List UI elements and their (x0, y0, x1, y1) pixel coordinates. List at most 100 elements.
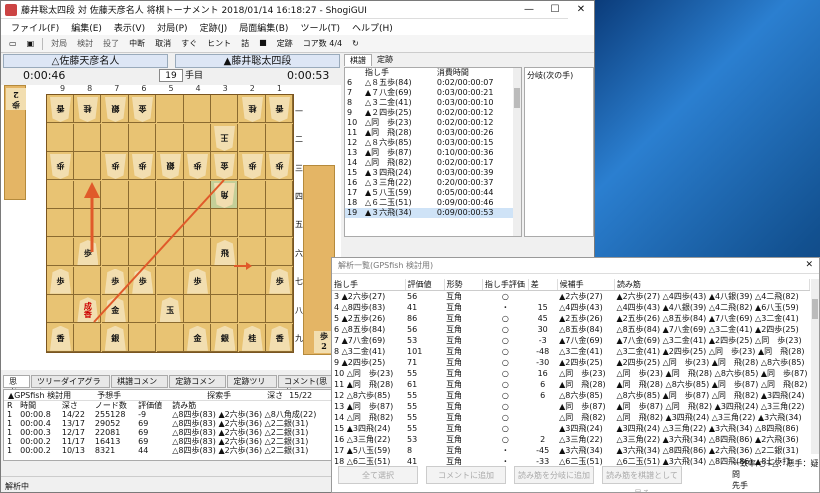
close-button[interactable]: ✕ (568, 1, 594, 19)
toolbar-button[interactable]: ■ (255, 38, 271, 49)
engine-tab[interactable]: 思考 (3, 375, 31, 397)
analysis-cell: ○ (501, 413, 509, 422)
engine-tab[interactable]: 定跡ツリー (227, 375, 277, 397)
analysis-cell: -45 (536, 446, 550, 455)
toolbar-button[interactable]: コア数 4/4 (299, 38, 346, 49)
kifu-cell: 0:09/00:00:53 (434, 208, 521, 218)
toolbar-button[interactable]: 定跡 (273, 38, 297, 49)
analysis-cell: 互角 (446, 303, 463, 312)
engine-cell: 00:00.3 (20, 428, 51, 437)
analysis-row[interactable]: 15 ▲3四飛(24) 55 互角 ○ ▲3四飛(24) ▲3四飛(24) △3三角(22… (332, 423, 810, 434)
menu-item[interactable]: 定跡(J) (194, 21, 234, 34)
analysis-cell: 55 (407, 413, 418, 422)
toolbar-button[interactable]: 対局 (47, 38, 71, 49)
toolbar-button[interactable]: 詰 (237, 38, 253, 49)
analysis-button[interactable]: 全て選択 (338, 466, 418, 484)
engine-cell: 00:00.2 (20, 437, 51, 446)
kifu-row[interactable]: 19 ▲３六飛(34) 0:09/00:00:53 (345, 208, 521, 218)
kifu-row[interactable]: 15 ▲３四飛(24) 0:03/00:00:39 (345, 168, 521, 178)
engine-row[interactable]: 1 00:00.2 11/17 16413 69 △8四歩(83) ▲2六歩(36) △2… (4, 437, 340, 446)
kifu-row[interactable]: 13 ▲同 歩(87) 0:10/00:00:36 (345, 148, 521, 158)
kifu-row[interactable]: 6 △８五歩(84) 0:02/00:00:07 (345, 78, 521, 88)
engine-col-header: R (7, 401, 13, 410)
toolbar-button[interactable]: ヒント (203, 38, 235, 49)
kifu-cell: 0:05/00:00:44 (436, 188, 494, 197)
tab-kifu[interactable]: 棋譜 (344, 54, 372, 66)
analysis-scrollbar[interactable] (811, 279, 819, 454)
toolbar-button[interactable]: 取消 (151, 38, 175, 49)
engine-tab[interactable]: ツリーダイアグラム (31, 375, 111, 397)
toolbar-button[interactable]: 検討 (73, 38, 97, 49)
analysis-button[interactable]: コメントに追加 (426, 466, 506, 484)
analysis-row[interactable]: 3 ▲2六歩(27) 56 互角 ○ ▲2六歩(27) ▲2六歩(27) △4四歩(43)… (332, 291, 810, 303)
analysis-row[interactable]: 9 ▲2四歩(25) 71 互角 ○ -30 ▲2四歩(25) ▲2四歩(25) △同 歩(… (332, 357, 810, 368)
engine-row[interactable]: 1 00:00.8 14/22 255128 -9 △8四歩(83) ▲2六歩(36) △… (4, 410, 340, 419)
menu-item[interactable]: ヘルプ(H) (346, 21, 399, 34)
analysis-row[interactable]: 10 △同 歩(23) 55 互角 ○ 16 △同 歩(23) △同 歩(23) ▲同 飛(… (332, 368, 810, 379)
analysis-row[interactable]: 6 △8五歩(84) 56 互角 ○ 30 △8五歩(84) △8五歩(84) ▲7八金(6… (332, 324, 810, 335)
kifu-row[interactable]: 11 ▲同 飛(28) 0:03/00:00:26 (345, 128, 521, 138)
kifu-cell: 19 (345, 208, 363, 218)
engine-row[interactable]: 1 00:00.2 10/13 8321 44 △8四歩(83) ▲2六歩(36) △2二… (4, 446, 340, 455)
analysis-row[interactable]: 16 △3三角(22) 53 互角 ○ 2 △3三角(22) △3三角(22) ▲3六飛(3… (332, 434, 810, 445)
analysis-row[interactable]: 4 △8四歩(83) 41 互角 ・ 15 △4四歩(43) △4四歩(43) ▲4八銀(3… (332, 302, 810, 313)
engine-table: R 時間 深さ ノード数 評価値 読み筋 1 00:00.8 14/22 255128 -9 △8四歩… (4, 401, 340, 455)
engine-tab[interactable]: 棋譜コメント (111, 375, 169, 397)
analysis-cell: 15 ▲3四飛(24) (334, 424, 391, 433)
analysis-button[interactable]: 読み筋を棋譜として見る (602, 466, 682, 492)
kifu-row[interactable]: 18 △６二玉(51) 0:09/00:00:46 (345, 198, 521, 208)
rank-label: 六 (295, 248, 303, 258)
kifu-row[interactable]: 12 △８六歩(85) 0:03/00:00:15 (345, 138, 521, 148)
analysis-cell: ▲3四飛(24) (559, 424, 603, 433)
toolbar-button[interactable]: 投了 (99, 38, 123, 49)
analysis-cell: △8五歩(84) ▲7八金(69) △3二金(41) ▲2四歩(25) (616, 325, 799, 334)
save-icon[interactable]: ▣ (23, 39, 39, 48)
analysis-row[interactable]: 17 ▲5八玉(59) 8 互角 ・ -45 ▲3六飛(34) ▲3六飛(34) △8四飛(… (332, 445, 810, 456)
kifu-scroll-thumb[interactable] (514, 88, 520, 108)
analysis-row[interactable]: 5 ▲2五歩(26) 86 互角 ○ 45 ▲2五歩(26) ▲2五歩(26) △8五歩(8… (332, 313, 810, 324)
analysis-row[interactable]: 8 △3二金(41) 101 互角 ○ -48 △3二金(41) △3二金(41) ▲2四歩… (332, 346, 810, 357)
engine-row[interactable]: 1 00:00.3 12/17 22081 69 △8四歩(83) ▲2六歩(36) △2… (4, 428, 340, 437)
new-icon[interactable]: ▭ (5, 39, 21, 48)
engine-row[interactable]: 1 00:00.4 13/17 29052 69 △8四歩(83) ▲2六歩(36) △2… (4, 419, 340, 428)
kifu-row[interactable]: 16 △３三角(22) 0:20/00:00:37 (345, 178, 521, 188)
analysis-button[interactable]: 読み筋を分岐に追加 (514, 466, 594, 484)
minimize-button[interactable]: — (516, 1, 542, 19)
kifu-row[interactable]: 10 △同 歩(23) 0:02/00:00:12 (345, 118, 521, 128)
menu-item[interactable]: 対局(P) (151, 21, 193, 34)
menu-item[interactable]: 表示(V) (108, 21, 151, 34)
analysis-cell: 55 (407, 424, 418, 433)
kifu-cell: 8 (347, 98, 353, 107)
analysis-row[interactable]: 13 ▲同 歩(87) 55 互角 ○ ▲同 歩(87) ▲同 歩(87) △同 飛(82… (332, 401, 810, 412)
analysis-row[interactable]: 14 △同 飛(82) 55 互角 ○ △同 飛(82) △同 飛(82) ▲3四飛(24… (332, 412, 810, 423)
analysis-cell: 53 (407, 435, 418, 444)
toolbar-button[interactable]: すぐ (177, 38, 201, 49)
kifu-cell: 0:10/00:00:36 (436, 148, 494, 157)
kifu-row[interactable]: 9 ▲２四歩(25) 0:02/00:00:12 (345, 108, 521, 118)
menu-item[interactable]: 編集(E) (65, 21, 108, 34)
kifu-row[interactable]: 7 ▲７八金(69) 0:03/00:00:21 (345, 88, 521, 98)
analysis-row[interactable]: 11 ▲同 飛(28) 61 互角 ○ 6 ▲同 飛(28) ▲同 飛(28) △8六歩(8… (332, 379, 810, 390)
maximize-button[interactable]: ☐ (542, 1, 568, 19)
depth-label: 深さ (267, 390, 284, 400)
analysis-row[interactable]: 7 ▲7八金(69) 53 互角 ○ -3 ▲7八金(69) ▲7八金(69) △3二金(4… (332, 335, 810, 346)
toolbar-button[interactable]: 中断 (125, 38, 149, 49)
tab-joseki[interactable]: 定跡 (372, 54, 398, 66)
kifu-row[interactable]: 8 △３二金(41) 0:03/00:00:10 (345, 98, 521, 108)
analysis-cell: 互角 (446, 369, 463, 378)
analysis-close-button[interactable]: ✕ (805, 260, 813, 270)
engine-cell: △8四歩(83) ▲2六歩(36) △8八角成(22) (172, 410, 317, 419)
kifu-row[interactable]: 17 ▲５八玉(59) 0:05/00:00:44 (345, 188, 521, 198)
kifu-row[interactable]: 14 △同 飛(82) 0:02/00:00:17 (345, 158, 521, 168)
engine-col-header: 読み筋 (172, 401, 197, 410)
analysis-scroll-thumb[interactable] (812, 299, 818, 319)
gote-hand-pawn[interactable]: 歩2 (6, 88, 26, 110)
menu-item[interactable]: ファイル(F) (5, 21, 65, 34)
analysis-cell: -30 (536, 358, 550, 367)
engine-tab[interactable]: 定跡コメント (169, 375, 227, 397)
refresh-icon[interactable]: ↻ (348, 39, 363, 48)
menu-item[interactable]: 局面編集(B) (233, 21, 294, 34)
menu-item[interactable]: ツール(T) (294, 21, 346, 34)
analysis-row[interactable]: 12 △8六歩(85) 55 互角 ○ 6 △8六歩(85) △8六歩(85) ▲同 歩(8… (332, 390, 810, 401)
kifu-scrollbar[interactable] (513, 68, 521, 236)
